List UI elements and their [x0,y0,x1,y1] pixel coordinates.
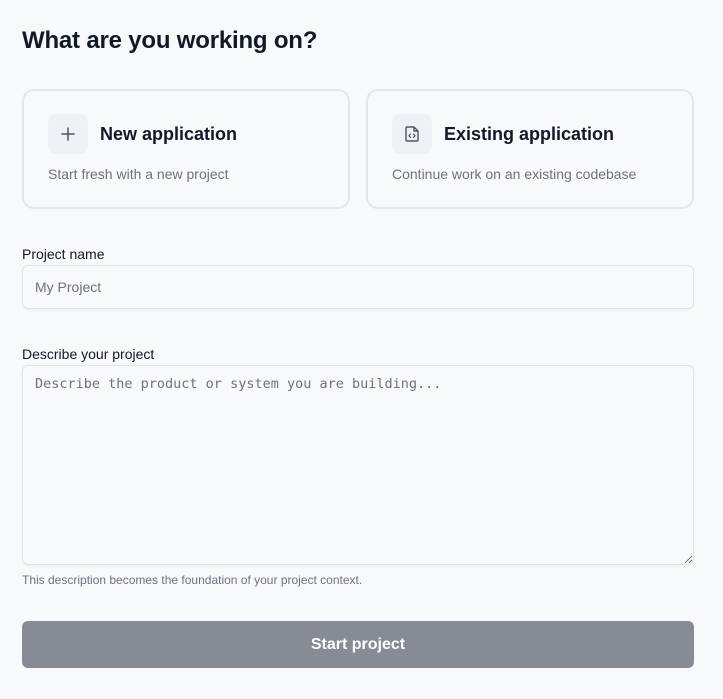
existing-application-card[interactable]: Existing application Continue work on an… [366,89,694,209]
page-title: What are you working on? [22,27,318,54]
card-title: New application [100,123,238,144]
description-helper-text: This description becomes the foundation … [22,573,363,587]
plus-icon [48,114,88,154]
project-description-label: Describe your project [22,346,155,362]
card-title: Existing application [444,123,615,144]
card-description: Start fresh with a new project [48,166,229,182]
start-project-button[interactable]: Start project [22,621,694,668]
page: What are you working on? New application… [0,0,723,699]
card-header: New application [48,114,324,154]
card-header: Existing application [392,114,668,154]
project-type-options: New application Start fresh with a new p… [22,89,694,209]
new-application-card[interactable]: New application Start fresh with a new p… [22,89,350,209]
card-description: Continue work on an existing codebase [392,166,637,182]
project-name-label: Project name [22,246,105,262]
code-file-icon [392,114,432,154]
project-description-textarea[interactable] [22,365,694,565]
project-name-input[interactable] [22,265,694,309]
